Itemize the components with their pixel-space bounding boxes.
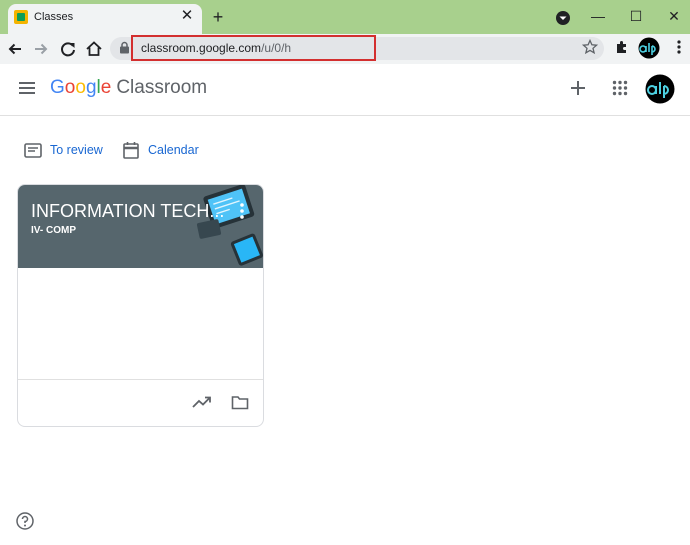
- profile-dropdown-icon[interactable]: [555, 10, 571, 26]
- new-tab-button[interactable]: +: [208, 7, 228, 27]
- url-highlight-box: [131, 35, 376, 61]
- back-arrow-icon[interactable]: [4, 38, 26, 60]
- minimize-button[interactable]: —: [586, 5, 610, 27]
- lock-icon[interactable]: [119, 41, 130, 54]
- card-divider: [18, 379, 263, 380]
- tab-close-icon[interactable]: ✕: [178, 7, 196, 25]
- hamburger-menu-icon[interactable]: [18, 80, 36, 96]
- classroom-favicon-icon: [14, 10, 28, 24]
- browser-menu-icon[interactable]: [672, 39, 686, 55]
- calendar-link[interactable]: Calendar: [148, 143, 199, 157]
- reload-icon[interactable]: [57, 38, 79, 60]
- create-plus-icon[interactable]: [569, 79, 587, 97]
- card-more-options-icon[interactable]: [237, 201, 247, 221]
- gradebook-trending-up-icon[interactable]: [192, 395, 212, 409]
- class-card-banner[interactable]: INFORMATION TECH... IV- COMP: [18, 185, 263, 268]
- product-name: Classroom: [116, 77, 208, 98]
- forward-arrow-icon[interactable]: [30, 38, 52, 60]
- bookmark-star-icon[interactable]: [582, 39, 598, 55]
- to-review-link[interactable]: To review: [50, 143, 103, 157]
- tablet-devices-illustration-icon: [196, 185, 263, 266]
- google-classroom-logo[interactable]: Google Classroom: [50, 77, 207, 99]
- home-icon[interactable]: [83, 38, 105, 60]
- class-folder-icon[interactable]: [231, 395, 249, 410]
- maximize-button[interactable]: ☐: [624, 5, 648, 27]
- class-card[interactable]: INFORMATION TECH... IV- COMP: [17, 184, 264, 427]
- class-title[interactable]: INFORMATION TECH...: [31, 201, 224, 222]
- calendar-icon[interactable]: [123, 141, 139, 159]
- to-review-tray-icon[interactable]: [24, 143, 42, 158]
- google-apps-grid-icon[interactable]: [612, 80, 628, 96]
- class-section: IV- COMP: [31, 225, 77, 236]
- extensions-puzzle-icon[interactable]: [614, 39, 630, 55]
- account-avatar[interactable]: [645, 74, 675, 104]
- close-window-button[interactable]: ✕: [662, 5, 686, 27]
- help-icon[interactable]: [16, 512, 34, 530]
- tab-title: Classes: [34, 11, 74, 23]
- profile-avatar[interactable]: [638, 37, 660, 59]
